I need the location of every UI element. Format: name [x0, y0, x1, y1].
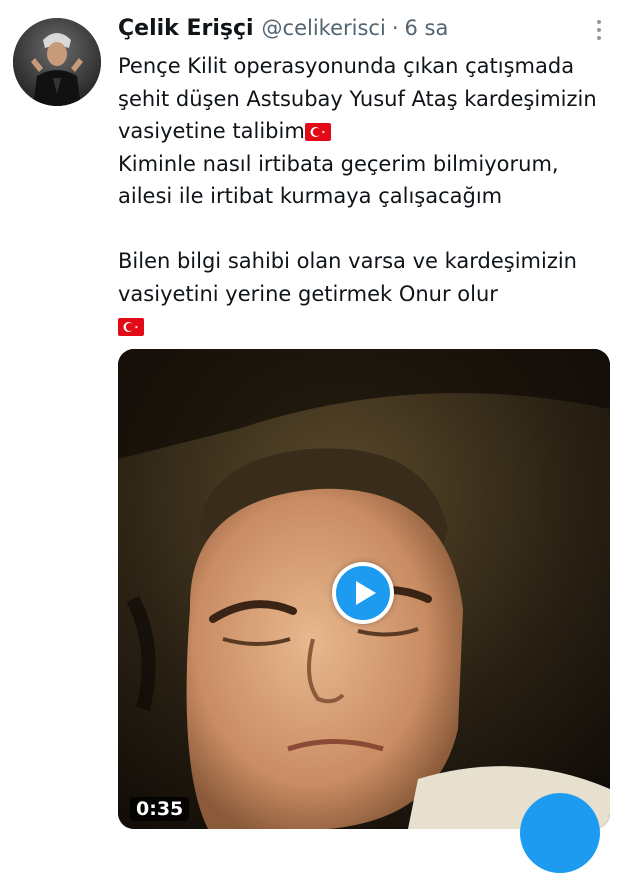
avatar[interactable]	[13, 18, 101, 106]
tweet[interactable]: Çelik Erişçi @celikerisci · 6 sa Pençe K…	[0, 0, 640, 873]
author-handle[interactable]: @celikerisci	[262, 16, 386, 40]
tweet-text: Pençe Kilit operasyonunda çıkan çatışmad…	[118, 50, 628, 343]
tweet-text-line: vasiyetine talibim	[118, 115, 628, 148]
compose-tweet-button[interactable]	[520, 793, 600, 873]
tweet-header: Çelik Erişçi @celikerisci · 6 sa	[118, 16, 600, 50]
play-icon	[336, 566, 390, 620]
separator: ·	[391, 16, 399, 40]
tweet-text-line: ailesi ile irtibat kurmaya çalışacağım	[118, 184, 503, 208]
turkey-flag-icon	[118, 318, 144, 336]
flag-line	[118, 310, 628, 343]
play-button[interactable]	[332, 562, 394, 624]
video-duration: 0:35	[130, 797, 190, 821]
turkey-flag-icon	[304, 123, 331, 141]
avatar-image	[13, 18, 101, 106]
tweet-text-line: şehit düşen Astsubay Yusuf Ataş kardeşim…	[118, 86, 597, 111]
tweet-text-line: Pençe Kilit operasyonunda çıkan çatışmad…	[118, 54, 575, 78]
timestamp[interactable]: 6 sa	[405, 16, 449, 40]
tweet-text-line: vasiyetini yerine getirmek Onur olur	[118, 281, 498, 306]
tweet-text-line: Kiminle nasıl irtibata geçerim bilmiyoru…	[118, 151, 559, 176]
author-name[interactable]: Çelik Erişçi	[118, 16, 254, 41]
vertical-ellipsis-icon[interactable]	[588, 16, 610, 46]
tweet-text-line: Bilen bilgi sahibi olan varsa ve kardeşi…	[118, 249, 577, 273]
